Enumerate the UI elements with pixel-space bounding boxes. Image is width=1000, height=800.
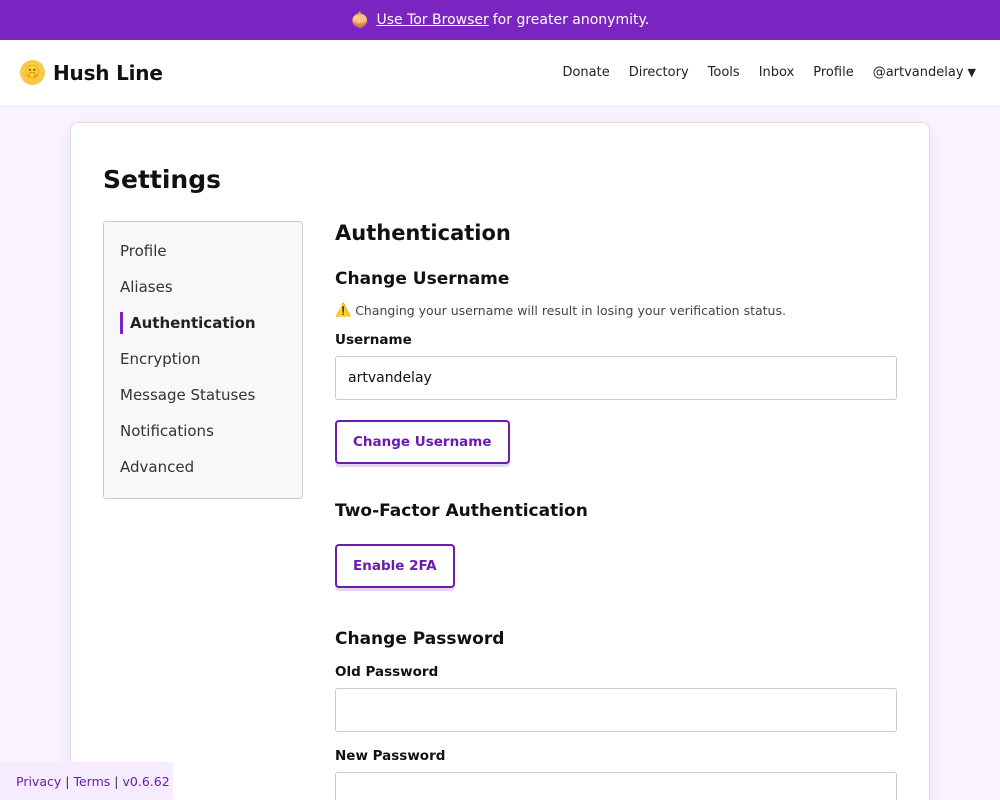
- change-username-button[interactable]: Change Username: [335, 420, 510, 464]
- page-title: Settings: [103, 165, 222, 194]
- tor-banner: 🧅 Use Tor Browser for greater anonymity.: [0, 0, 1000, 40]
- new-password-label: New Password: [335, 748, 446, 764]
- two-factor-heading: Two-Factor Authentication: [335, 501, 588, 521]
- banner-suffix: for greater anonymity.: [492, 12, 650, 28]
- terms-link[interactable]: Terms: [73, 774, 110, 789]
- nav-profile[interactable]: Profile: [813, 65, 853, 80]
- privacy-link[interactable]: Privacy: [16, 774, 61, 789]
- sidebar-item-authentication[interactable]: Authentication: [104, 312, 302, 348]
- brand-logo[interactable]: 🤫 Hush Line: [20, 60, 163, 85]
- sidebar-item-advanced[interactable]: Advanced: [104, 456, 302, 492]
- nav-donate[interactable]: Donate: [562, 65, 609, 80]
- new-password-input[interactable]: [335, 772, 897, 800]
- change-username-heading: Change Username: [335, 269, 510, 289]
- sidebar-item-message-statuses[interactable]: Message Statuses: [104, 384, 302, 420]
- brand-name: Hush Line: [53, 60, 163, 85]
- settings-card: Settings Profile Aliases Authentication …: [70, 122, 930, 800]
- username-input[interactable]: [335, 356, 897, 400]
- nav-tools[interactable]: Tools: [708, 65, 740, 80]
- sidebar-item-notifications[interactable]: Notifications: [104, 420, 302, 456]
- username-warning-text: Changing your username will result in lo…: [355, 303, 786, 318]
- section-title: Authentication: [335, 221, 511, 245]
- user-menu[interactable]: @artvandelay ▼: [873, 65, 976, 80]
- old-password-label: Old Password: [335, 664, 439, 680]
- footer-separator: |: [65, 773, 70, 789]
- sidebar-item-aliases[interactable]: Aliases: [104, 276, 302, 312]
- user-menu-label: @artvandelay: [872, 65, 964, 80]
- change-password-heading: Change Password: [335, 629, 505, 649]
- username-label: Username: [335, 332, 412, 348]
- footer-separator: |: [114, 773, 119, 789]
- footer-links: Privacy | Terms | v0.6.62: [0, 762, 173, 800]
- username-warning: ⚠️ Changing your username will result in…: [335, 303, 786, 318]
- nav-inbox[interactable]: Inbox: [759, 65, 795, 80]
- warning-icon: ⚠️: [335, 303, 352, 318]
- shushing-face-icon: 🤫: [20, 60, 45, 85]
- sidebar-item-encryption[interactable]: Encryption: [104, 348, 302, 384]
- use-tor-browser-link[interactable]: Use Tor Browser: [376, 12, 488, 28]
- old-password-input[interactable]: [335, 688, 897, 732]
- onion-icon: 🧅: [350, 11, 370, 29]
- main-nav: Donate Directory Tools Inbox Profile @ar…: [562, 65, 976, 80]
- nav-directory[interactable]: Directory: [629, 65, 689, 80]
- caret-down-icon: ▼: [967, 66, 976, 79]
- sidebar-item-profile[interactable]: Profile: [104, 240, 302, 276]
- version-link[interactable]: v0.6.62: [123, 774, 170, 789]
- settings-sidebar: Profile Aliases Authentication Encryptio…: [103, 221, 303, 499]
- site-header: 🤫 Hush Line Donate Directory Tools Inbox…: [0, 40, 1000, 105]
- enable-2fa-button[interactable]: Enable 2FA: [335, 544, 455, 588]
